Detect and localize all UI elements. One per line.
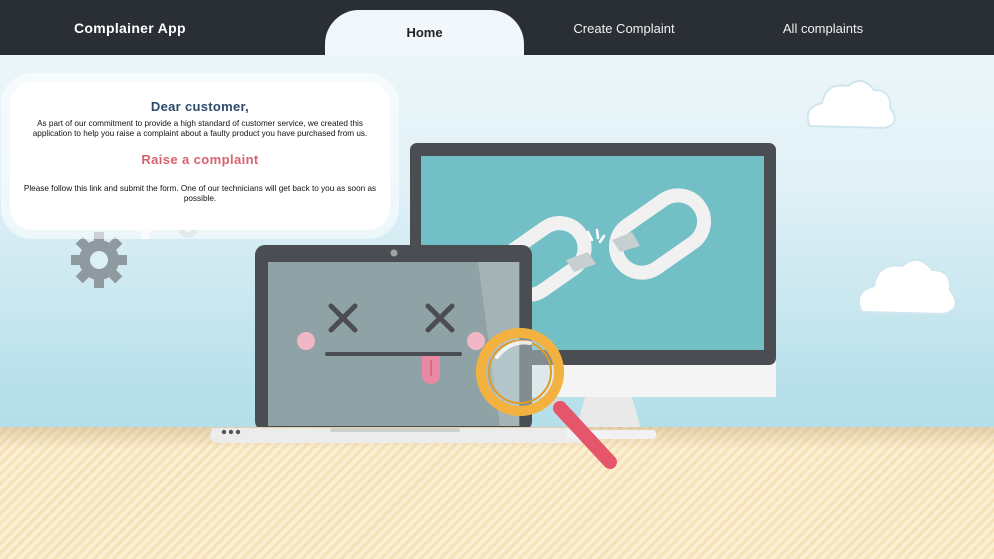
top-navbar: Complainer App Home Create Complaint All…	[0, 0, 994, 55]
tab-create-complaint[interactable]: Create Complaint	[560, 1, 688, 56]
tab-all-complaints[interactable]: All complaints	[770, 1, 876, 56]
card-intro: As part of our commitment to provide a h…	[32, 119, 368, 138]
app-brand[interactable]: Complainer App	[74, 20, 186, 36]
welcome-card: Dear customer, As part of our commitment…	[10, 82, 390, 230]
tab-home[interactable]: Home	[325, 10, 524, 55]
card-follow-text: Please follow this link and submit the f…	[23, 184, 377, 203]
raise-complaint-link[interactable]: Raise a complaint	[20, 152, 380, 167]
card-heading: Dear customer,	[150, 99, 250, 114]
